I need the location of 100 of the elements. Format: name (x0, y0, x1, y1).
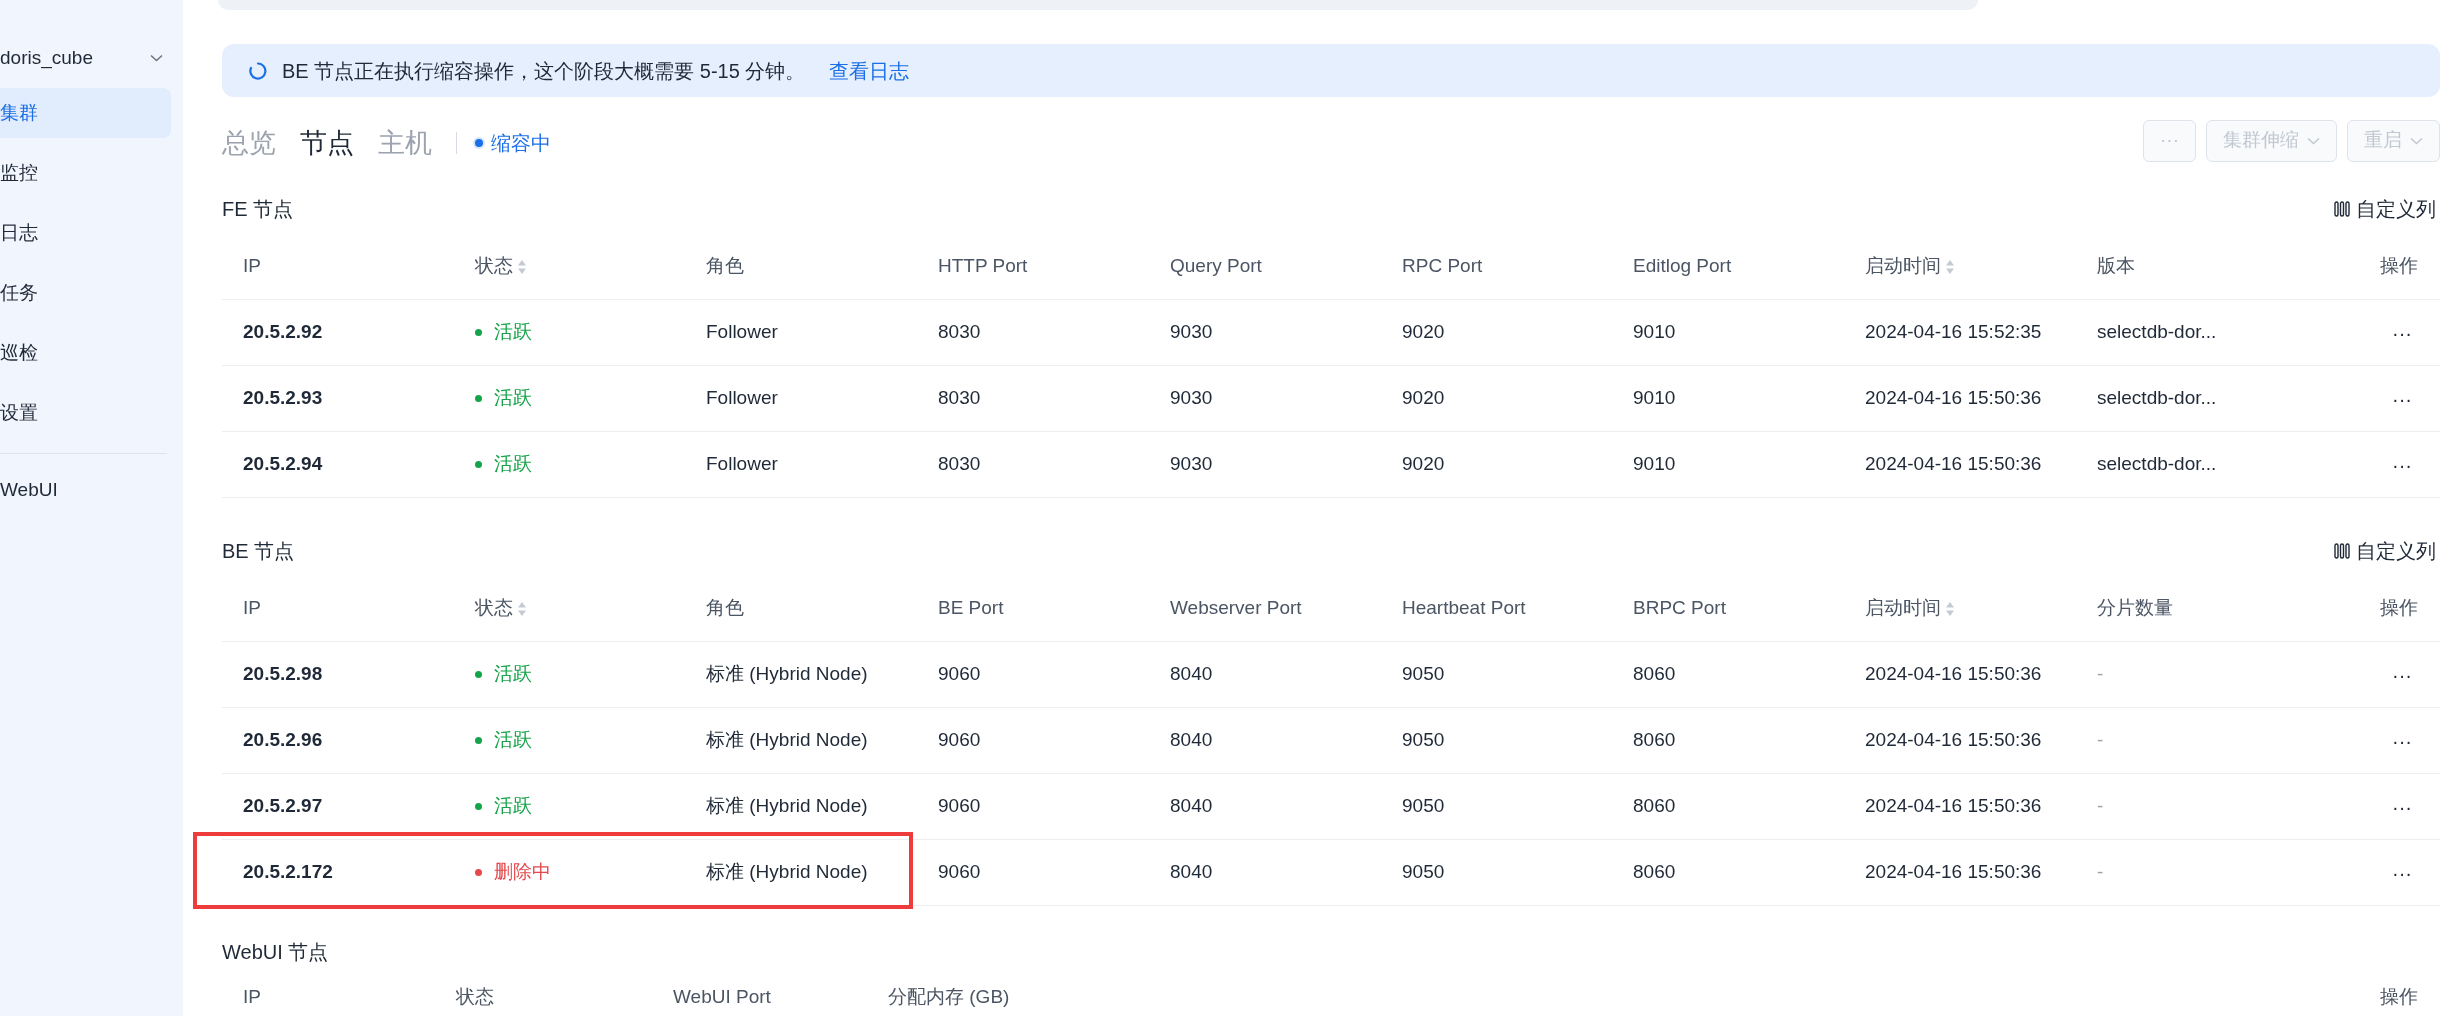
more-actions-button[interactable]: ··· (2392, 383, 2412, 414)
more-actions-button[interactable]: ··· (2392, 857, 2412, 888)
table-cell: 9050 (1402, 795, 1445, 817)
table-cell: 8040 (1170, 663, 1213, 685)
column-header: 分配内存 (GB) (888, 986, 1010, 1008)
sidebar-item[interactable]: 设置 (0, 388, 171, 438)
status-text: 活跃 (494, 320, 532, 345)
column-header: Editlog Port (1633, 254, 1732, 279)
table-cell: 9010 (1633, 387, 1676, 409)
table-cell: 9050 (1402, 663, 1445, 685)
columns-icon (2334, 201, 2350, 217)
table-cell: 2024-04-16 15:50:36 (1865, 453, 2042, 475)
status-text: 活跃 (494, 794, 532, 819)
table-cell: 8040 (1170, 861, 1213, 883)
table-cell: 9030 (1170, 453, 1213, 475)
column-header: RPC Port (1402, 254, 1483, 279)
sidebar-item[interactable]: 监控 (0, 148, 171, 198)
table-cell: - (2097, 663, 2104, 685)
column-header: 状态 (475, 254, 513, 279)
table-cell: 标准 (Hybrid Node) (706, 663, 868, 685)
more-actions-button[interactable]: ··· (2392, 791, 2412, 822)
ip-address: 20.5.2.96 (243, 729, 323, 751)
sidebar-item[interactable]: 日志 (0, 208, 171, 258)
table-cell: Follower (706, 453, 778, 475)
table-cell: 标准 (Hybrid Node) (706, 795, 868, 817)
column-header: IP (243, 596, 261, 621)
cluster-status: 缩容中 (491, 131, 551, 156)
table-cell: 9050 (1402, 729, 1445, 751)
table-cell: selectdb-dor... (2097, 321, 2217, 343)
table-cell: 2024-04-16 15:50:36 (1865, 729, 2042, 751)
column-header: 操作 (2380, 596, 2418, 621)
ip-address: 20.5.2.94 (243, 453, 323, 475)
sort-icon[interactable] (1945, 258, 1955, 275)
table-cell: selectdb-dor... (2097, 387, 2217, 409)
column-header: 角色 (706, 254, 744, 279)
table-cell: 8060 (1633, 861, 1676, 883)
table-cell: 2024-04-16 15:50:36 (1865, 387, 2042, 409)
column-header: 版本 (2097, 254, 2135, 279)
cluster-name[interactable]: doris_cube (0, 43, 93, 73)
table-cell: 8060 (1633, 729, 1676, 751)
ip-address: 20.5.2.172 (243, 861, 333, 883)
loading-spinner-icon (248, 60, 268, 81)
banner-text: BE 节点正在执行缩容操作，这个阶段大概需要 5-15 分钟。 (282, 58, 806, 84)
column-header: 操作 (2380, 985, 2418, 1010)
column-header: 启动时间 (1865, 596, 1941, 621)
status-text: 活跃 (494, 662, 532, 687)
more-actions-button[interactable]: ··· (2392, 317, 2412, 348)
table-cell: 2024-04-16 15:50:36 (1865, 663, 2042, 685)
status-text: 活跃 (494, 728, 532, 753)
table-cell: 9030 (1170, 387, 1213, 409)
customize-columns-button[interactable]: 自定义列 (2334, 536, 2436, 566)
column-header: BRPC Port (1633, 596, 1726, 621)
more-actions-button[interactable]: ··· (2392, 449, 2412, 480)
table-cell: 8040 (1170, 795, 1213, 817)
section-title: WebUI 节点 (222, 940, 329, 965)
table-cell: 2024-04-16 15:50:36 (1865, 861, 2042, 883)
table-cell: - (2097, 795, 2104, 817)
table-cell: selectdb-dor... (2097, 453, 2217, 475)
table-cell: 8030 (938, 387, 981, 409)
column-header: 角色 (706, 596, 744, 621)
table-cell: 9010 (1633, 321, 1676, 343)
table-cell: 2024-04-16 15:50:36 (1865, 795, 2042, 817)
table-cell: 标准 (Hybrid Node) (706, 861, 868, 883)
sidebar-item[interactable]: 任务 (0, 268, 171, 318)
columns-icon (2334, 543, 2350, 559)
table-cell: 8060 (1633, 663, 1676, 685)
more-actions-button[interactable]: ··· (2392, 725, 2412, 756)
table-cell: 8040 (1170, 729, 1213, 751)
sidebar-item[interactable]: WebUI (0, 476, 171, 505)
table-cell: 9060 (938, 795, 981, 817)
ip-address: 20.5.2.98 (243, 663, 323, 685)
column-header: BE Port (938, 596, 1004, 621)
table-cell: 8030 (938, 321, 981, 343)
status-text: 活跃 (494, 452, 532, 477)
ip-address: 20.5.2.97 (243, 795, 323, 817)
view-logs-link[interactable]: 查看日志 (829, 55, 910, 86)
chevron-down-icon (2307, 136, 2320, 145)
sort-icon[interactable] (1945, 600, 1955, 617)
customize-columns-button[interactable]: 自定义列 (2334, 194, 2436, 224)
tab[interactable]: 节点 (300, 122, 354, 164)
column-header: Webserver Port (1170, 596, 1302, 621)
table-cell: 8030 (938, 453, 981, 475)
table-cell: 9030 (1170, 321, 1213, 343)
more-actions-button[interactable]: ··· (2392, 659, 2412, 690)
column-header: 状态 (456, 986, 494, 1008)
column-header: WebUI Port (673, 986, 771, 1008)
table-cell: 8060 (1633, 795, 1676, 817)
sidebar-item[interactable]: 集群 (0, 88, 171, 138)
status-text: 删除中 (494, 860, 551, 885)
sort-icon[interactable] (517, 258, 527, 275)
column-header: Query Port (1170, 254, 1262, 279)
column-header: 启动时间 (1865, 254, 1941, 279)
section-title: FE 节点 (222, 197, 294, 222)
sidebar-item[interactable]: 巡检 (0, 328, 171, 378)
table-cell: 9060 (938, 861, 981, 883)
table-cell: 9060 (938, 663, 981, 685)
sort-icon[interactable] (517, 600, 527, 617)
table-cell: Follower (706, 321, 778, 343)
column-header: Heartbeat Port (1402, 596, 1526, 621)
ip-address: 20.5.2.93 (243, 387, 323, 409)
